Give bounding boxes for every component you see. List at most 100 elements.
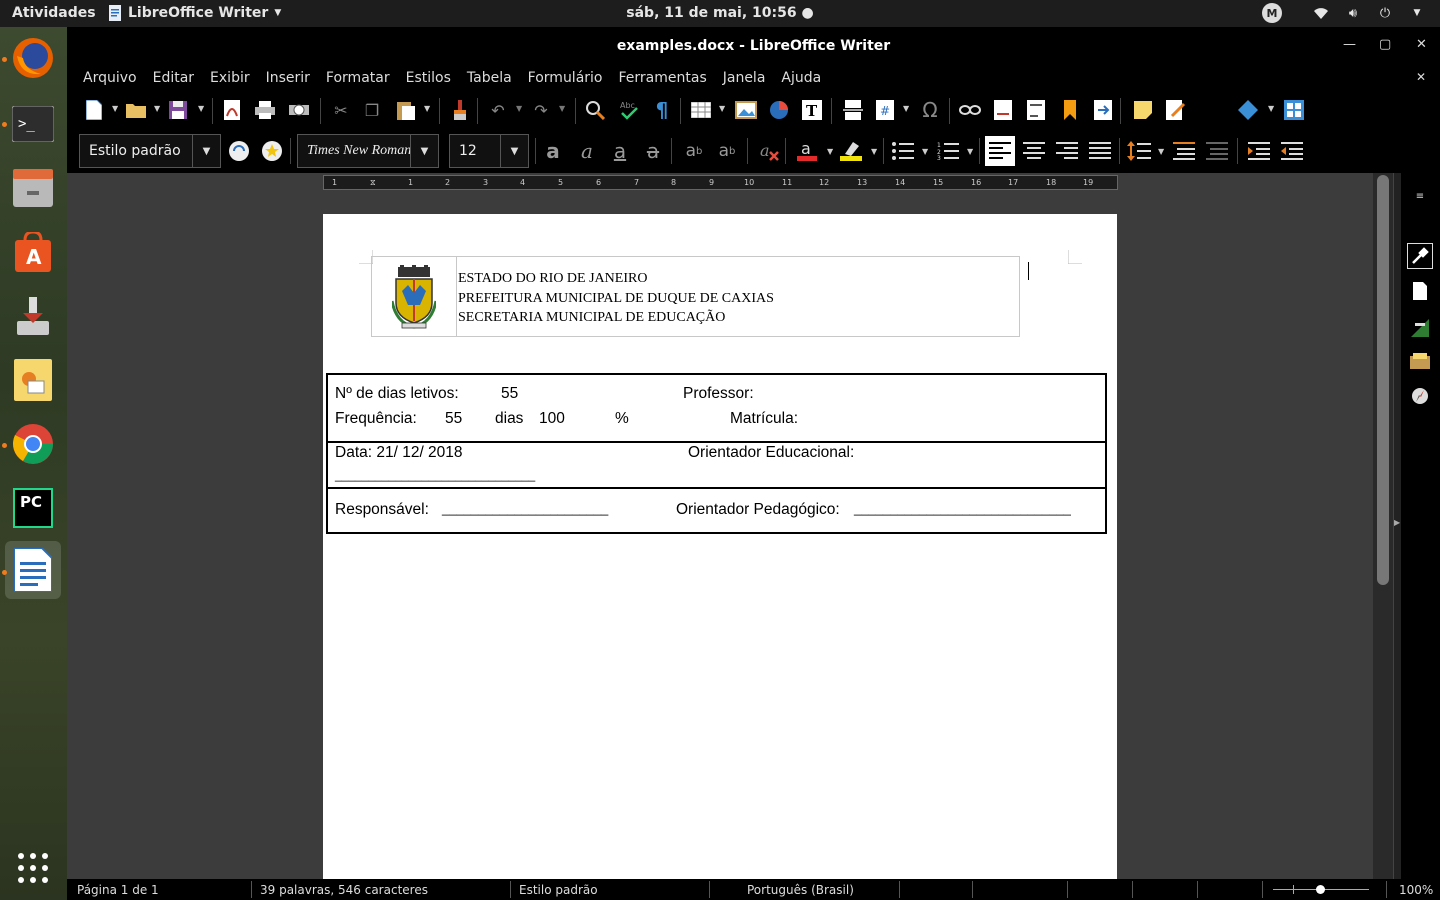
menu-formulario[interactable]: Formulário	[520, 70, 611, 86]
status-language[interactable]: Português (Brasil)	[747, 883, 854, 897]
chevron-down-icon[interactable]: ▼	[410, 135, 438, 167]
chevron-down-icon[interactable]: ▼	[827, 147, 835, 156]
minimize-icon[interactable]: —	[1343, 37, 1356, 52]
align-left-icon[interactable]	[985, 136, 1015, 166]
align-right-icon[interactable]	[1055, 139, 1079, 163]
status-page-style[interactable]: Estilo padrão	[519, 883, 598, 897]
user-avatar[interactable]: M	[1262, 3, 1282, 23]
menu-formatar[interactable]: Formatar	[318, 70, 398, 86]
special-character-icon[interactable]: Ω	[918, 98, 942, 122]
align-center-icon[interactable]	[1022, 139, 1046, 163]
logo-cell[interactable]	[372, 257, 457, 336]
form-box-assinaturas[interactable]: Responsável: _______________________ Ori…	[326, 487, 1107, 534]
paste-icon[interactable]	[394, 98, 418, 122]
dock-image-viewer[interactable]	[8, 355, 58, 405]
form-box-dias-frequencia[interactable]: Nº de dias letivos: 55 Professor: Frequê…	[326, 373, 1107, 443]
font-size-combo[interactable]: 12 ▼	[449, 134, 529, 168]
chevron-down-icon[interactable]: ▼	[922, 147, 930, 156]
spelling-icon[interactable]: Abc	[617, 98, 641, 122]
menu-estilos[interactable]: Estilos	[398, 70, 459, 86]
system-tray[interactable]: M 🔊︎ ⏻ ▼	[1262, 3, 1426, 23]
superscript-icon[interactable]: ab	[679, 139, 709, 163]
status-zoom[interactable]: 100%	[1399, 883, 1433, 897]
undo-icon[interactable]: ↶	[486, 98, 510, 122]
chevron-down-icon[interactable]: ▼	[198, 104, 206, 113]
vertical-scrollbar[interactable]	[1373, 173, 1393, 879]
insert-table-icon[interactable]	[689, 98, 713, 122]
increase-indent-icon[interactable]	[1247, 139, 1271, 163]
italic-icon[interactable]: a	[575, 139, 599, 163]
styles-icon[interactable]	[1407, 315, 1433, 341]
insert-field-icon[interactable]: #	[873, 98, 897, 122]
export-pdf-icon[interactable]	[220, 98, 244, 122]
status-page[interactable]: Página 1 de 1	[77, 883, 159, 897]
ruler-indent-marker[interactable]: ⧖	[370, 178, 376, 188]
menu-editar[interactable]: Editar	[145, 70, 202, 86]
clear-formatting-icon[interactable]: a	[757, 139, 781, 163]
dock-installer[interactable]	[8, 291, 58, 341]
chevron-down-icon[interactable]: ▼	[1158, 147, 1166, 156]
dock-firefox[interactable]	[8, 33, 58, 83]
gallery-icon[interactable]	[1407, 348, 1433, 374]
menu-arquivo[interactable]: Arquivo	[75, 70, 145, 86]
chevron-down-icon[interactable]: ▼	[112, 104, 120, 113]
strikethrough-icon[interactable]: a	[641, 139, 665, 163]
paragraph-style-combo[interactable]: Estilo padrão ▼	[79, 134, 221, 168]
numbered-list-icon[interactable]: 123	[936, 139, 960, 163]
scrollbar-thumb[interactable]	[1377, 175, 1389, 585]
page-icon[interactable]	[1407, 278, 1433, 304]
new-style-icon[interactable]	[260, 139, 284, 163]
bullet-list-icon[interactable]	[891, 139, 915, 163]
navigator-grid-icon[interactable]	[1282, 98, 1306, 122]
zoom-slider[interactable]	[1273, 885, 1369, 894]
status-word-count[interactable]: 39 palavras, 546 caracteres	[260, 883, 428, 897]
chevron-down-icon[interactable]: ▼	[559, 104, 567, 113]
decrease-indent-icon[interactable]	[1280, 139, 1304, 163]
underline-icon[interactable]: a	[608, 139, 632, 163]
menu-tabela[interactable]: Tabela	[459, 70, 520, 86]
redo-icon[interactable]: ↷	[529, 98, 553, 122]
dock-files[interactable]	[8, 163, 58, 213]
chevron-down-icon[interactable]: ▼	[871, 147, 879, 156]
insert-comment-icon[interactable]	[1131, 98, 1155, 122]
chevron-down-icon[interactable]: ▼	[719, 104, 727, 113]
header-table[interactable]: ESTADO DO RIO DE JANEIRO PREFEITURA MUNI…	[371, 256, 1020, 337]
chevron-down-icon[interactable]: ▼	[500, 135, 528, 167]
properties-icon[interactable]	[1407, 243, 1433, 269]
formatting-marks-icon[interactable]: ¶	[650, 98, 674, 122]
dock-chrome[interactable]	[8, 419, 58, 469]
decrease-paragraph-spacing-icon[interactable]	[1205, 139, 1229, 163]
menu-ferramentas[interactable]: Ferramentas	[611, 70, 715, 86]
chevron-down-icon[interactable]: ▼	[1268, 104, 1276, 113]
insert-bookmark-icon[interactable]	[1058, 98, 1082, 122]
insert-hyperlink-icon[interactable]	[958, 98, 982, 122]
close-icon[interactable]: ✕	[1416, 37, 1427, 52]
find-replace-icon[interactable]	[583, 98, 607, 122]
insert-endnote-icon[interactable]	[1024, 98, 1048, 122]
insert-text-box-icon[interactable]: T	[800, 98, 824, 122]
horizontal-ruler[interactable]: 1 ⧖ 1 2 3 4 5 6 7 8 9 10 11 12 13 14 15 …	[323, 175, 1118, 190]
print-icon[interactable]	[253, 98, 277, 122]
print-preview-icon[interactable]	[287, 98, 311, 122]
insert-footnote-icon[interactable]	[991, 98, 1015, 122]
maximize-icon[interactable]: ▢	[1379, 37, 1391, 52]
chevron-down-icon[interactable]: ▼	[903, 104, 911, 113]
increase-paragraph-spacing-icon[interactable]	[1172, 139, 1196, 163]
sidebar-menu-icon[interactable]: ≡	[1407, 183, 1433, 209]
chevron-down-icon[interactable]: ▼	[516, 104, 524, 113]
document-page[interactable]: ESTADO DO RIO DE JANEIRO PREFEITURA MUNI…	[323, 214, 1117, 879]
menu-exibir[interactable]: Exibir	[202, 70, 258, 86]
justify-icon[interactable]	[1088, 139, 1112, 163]
font-name-combo[interactable]: Times New Roman ▼	[297, 134, 439, 168]
update-style-icon[interactable]	[227, 139, 251, 163]
chevron-down-icon[interactable]: ▼	[967, 147, 975, 156]
navigator-icon[interactable]	[1407, 383, 1433, 409]
zoom-slider-handle[interactable]	[1316, 885, 1325, 894]
menu-inserir[interactable]: Inserir	[258, 70, 318, 86]
chevron-down-icon[interactable]: ▼	[154, 104, 162, 113]
form-box-data-orientador[interactable]: Data: 21/ 12/ 2018 Orientador Educaciona…	[326, 441, 1107, 489]
chevron-down-icon[interactable]: ▼	[192, 135, 220, 167]
insert-image-icon[interactable]	[734, 98, 758, 122]
bold-icon[interactable]: a	[541, 139, 565, 163]
chevron-down-icon[interactable]: ▼	[424, 104, 432, 113]
